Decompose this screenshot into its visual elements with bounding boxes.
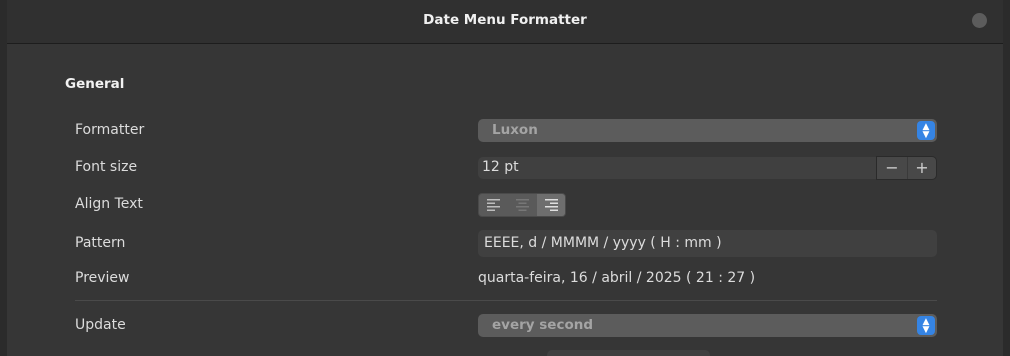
align-text-label: Align Text [75, 196, 143, 212]
formatter-value: Luxon [492, 122, 538, 138]
update-label: Update [75, 317, 126, 333]
preview-value: quarta-feira, 16 / abril / 2025 ( 21 : 2… [478, 270, 756, 286]
separator [75, 300, 937, 301]
increment-button[interactable]: + [907, 157, 937, 179]
align-right-button[interactable] [537, 194, 565, 216]
align-right-icon [545, 199, 558, 211]
decrement-button[interactable]: − [877, 157, 908, 179]
align-center-button[interactable] [508, 194, 537, 216]
formatter-label: Formatter [75, 122, 145, 138]
font-size-input[interactable]: 12 pt [478, 157, 876, 179]
align-text-toggle-group [478, 193, 566, 217]
align-left-icon [487, 199, 500, 211]
pattern-label: Pattern [75, 235, 126, 251]
chevron-up-down-icon: ▲ ▼ [917, 316, 935, 335]
close-button[interactable] [972, 13, 987, 28]
chevron-up-down-icon: ▲ ▼ [917, 121, 935, 140]
pattern-input[interactable]: EEEE, d / MMMM / yyyy ( H : mm ) [478, 230, 937, 257]
headerbar: Date Menu Formatter [7, 0, 1003, 44]
pattern-value: EEEE, d / MMMM / yyyy ( H : mm ) [484, 235, 722, 251]
font-size-label: Font size [75, 159, 138, 175]
preview-label: Preview [75, 270, 130, 286]
align-left-button[interactable] [479, 194, 508, 216]
update-value: every second [492, 317, 594, 333]
section-title-general: General [65, 76, 125, 92]
window-title: Date Menu Formatter [423, 12, 587, 28]
font-size-stepper: − + [876, 156, 937, 180]
align-center-icon [516, 199, 529, 211]
formatter-dropdown[interactable]: Luxon ▲ ▼ [478, 119, 937, 142]
next-row-control[interactable] [547, 350, 710, 356]
font-size-value: 12 pt [482, 159, 519, 175]
preferences-window: Date Menu Formatter General Formatter Lu… [7, 0, 1003, 356]
update-dropdown[interactable]: every second ▲ ▼ [478, 314, 937, 337]
